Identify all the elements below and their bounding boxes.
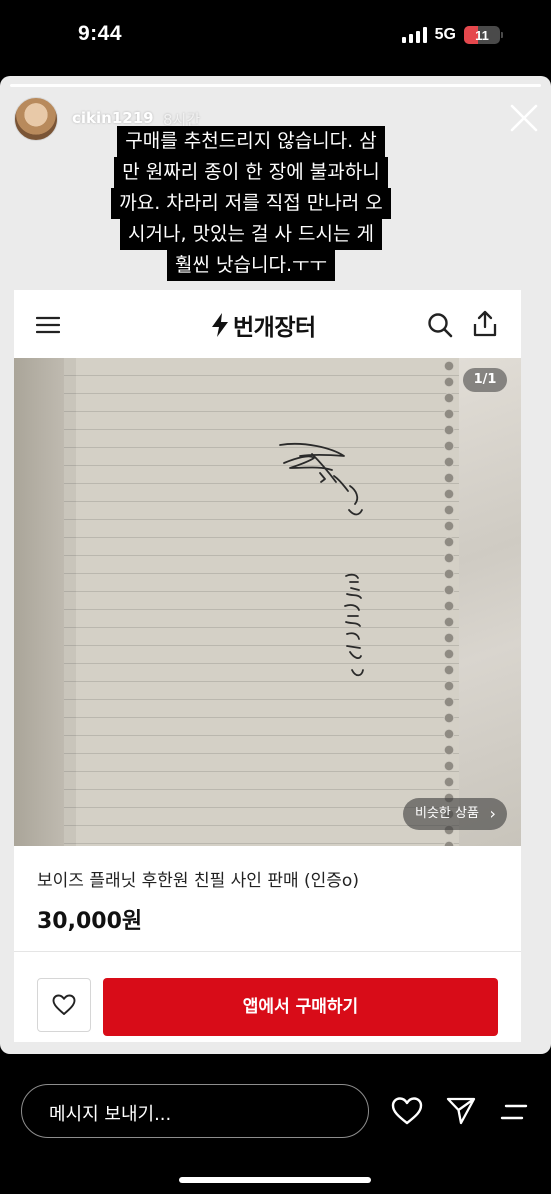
divider <box>14 951 521 952</box>
heart-icon <box>52 994 76 1015</box>
similar-products-label: 비슷한 상품 <box>415 806 479 821</box>
instagram-story-screen: 9:44 5G 11 cikin1219 8시간 번개장터 1/1 비슷한 상품… <box>0 0 551 1194</box>
cellular-signal-icon <box>401 27 427 43</box>
story-caption: 구매를 추천드리지 않습니다. 삼 만 원짜리 종이 한 장에 불과하니 까요.… <box>84 126 418 281</box>
handwritten-signature <box>279 442 364 677</box>
status-indicators: 5G 11 <box>401 26 503 44</box>
close-icon[interactable] <box>509 103 539 133</box>
like-heart-icon[interactable] <box>391 1096 423 1126</box>
brand-name: 번개장터 <box>233 315 316 341</box>
more-options-icon[interactable] <box>500 1102 528 1122</box>
app-header: 번개장터 <box>14 290 521 358</box>
share-icon[interactable] <box>472 310 498 338</box>
story-username[interactable]: cikin1219 <box>72 109 154 127</box>
message-placeholder: 메시지 보내기... <box>49 1104 172 1125</box>
product-title: 보이즈 플래닛 후한원 친필 사인 판매 (인증o) <box>37 871 359 891</box>
image-counter: 1/1 <box>463 368 507 392</box>
marketplace-screenshot: 번개장터 1/1 비슷한 상품 › 보이즈 플래닛 후한원 친필 사인 판매 (… <box>14 290 521 1042</box>
search-icon[interactable] <box>427 312 453 338</box>
product-price: 30,000원 <box>37 909 143 934</box>
home-indicator[interactable] <box>179 1177 371 1183</box>
battery-icon: 11 <box>464 26 503 44</box>
brand-logo[interactable]: 번개장터 <box>209 308 316 342</box>
network-type: 5G <box>434 26 456 43</box>
avatar[interactable] <box>14 97 58 141</box>
caption-line: 훨씬 낫습니다.ㅜㅜ <box>167 250 335 281</box>
wishlist-button[interactable] <box>37 978 91 1032</box>
message-input[interactable]: 메시지 보내기... <box>21 1084 369 1138</box>
caption-line: 구매를 추천드리지 않습니다. 삼 <box>117 126 385 157</box>
lightning-icon <box>212 313 228 337</box>
caption-line: 시거나, 맛있는 걸 사 드시는 게 <box>120 219 382 250</box>
similar-products-button[interactable]: 비슷한 상품 › <box>403 798 507 830</box>
caption-line: 만 원짜리 종이 한 장에 불과하니 <box>114 157 388 188</box>
caption-line: 까요. 차라리 저를 직접 만나러 오 <box>111 188 391 219</box>
battery-level: 11 <box>475 27 489 43</box>
story-progress-bar <box>10 84 541 87</box>
chevron-right-icon: › <box>489 804 496 823</box>
story-card: cikin1219 8시간 번개장터 1/1 비슷한 상품 › 보이즈 플래닛 … <box>0 76 551 1054</box>
buy-in-app-button[interactable]: 앱에서 구매하기 <box>103 978 498 1036</box>
status-time: 9:44 <box>78 22 123 45</box>
menu-icon[interactable] <box>36 316 60 334</box>
product-photo[interactable]: 1/1 비슷한 상품 › <box>14 358 521 846</box>
send-icon[interactable] <box>446 1096 476 1126</box>
